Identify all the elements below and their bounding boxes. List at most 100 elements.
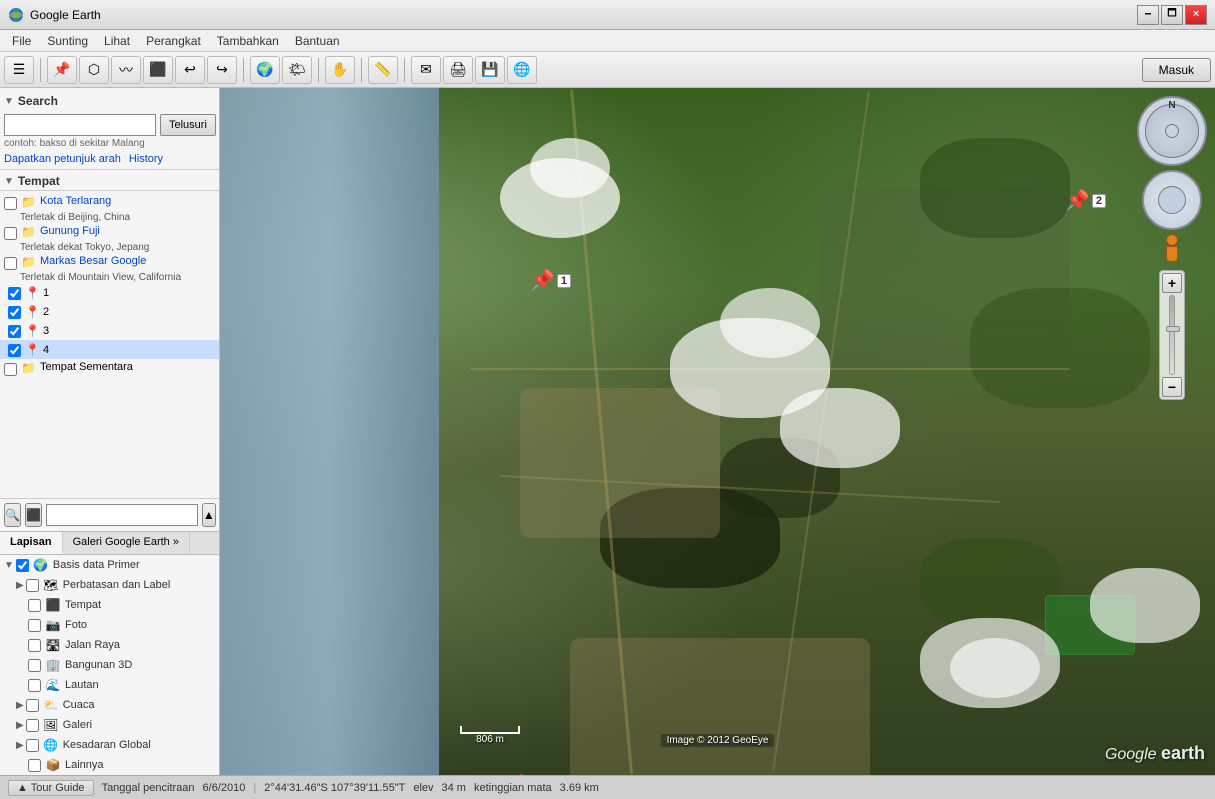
list-item[interactable]: 📍 2 bbox=[0, 302, 219, 321]
search-header[interactable]: ▼ Search bbox=[4, 92, 215, 110]
layer-item[interactable]: 📷 Foto bbox=[0, 615, 219, 635]
expand-icon[interactable]: ▶ bbox=[16, 700, 24, 711]
close-button[interactable]: ✕ bbox=[1185, 5, 1207, 25]
list-item[interactable]: 📍 4 bbox=[0, 340, 219, 359]
place-checkbox-temp[interactable] bbox=[4, 363, 17, 376]
place-name-fuji[interactable]: Gunung Fuji bbox=[40, 225, 100, 237]
place-checkbox-kota[interactable] bbox=[4, 197, 17, 210]
place-checkbox-google[interactable] bbox=[4, 257, 17, 270]
zoom-out-button[interactable]: − bbox=[1162, 377, 1182, 397]
layer-checkbox-foto[interactable] bbox=[28, 619, 41, 632]
place-name-google[interactable]: Markas Besar Google bbox=[40, 255, 146, 267]
layer-item[interactable]: 🌊 Lautan bbox=[0, 675, 219, 695]
place-checkbox-1[interactable] bbox=[8, 287, 21, 300]
compass-control[interactable] bbox=[1137, 96, 1207, 166]
street-view-person[interactable] bbox=[1160, 234, 1184, 266]
layer-item[interactable]: ▶ 🗺 Perbatasan dan Label bbox=[0, 575, 219, 595]
status-date: 6/6/2010 bbox=[203, 782, 246, 794]
layer-checkbox-lainnya[interactable] bbox=[28, 759, 41, 772]
maximize-button[interactable]: 🗖 bbox=[1161, 5, 1183, 25]
tab-lapisan[interactable]: Lapisan bbox=[0, 532, 63, 554]
tilt-pan-control[interactable] bbox=[1142, 170, 1202, 230]
move-up-button[interactable]: ▲ bbox=[202, 503, 216, 527]
layer-checkbox-lautan[interactable] bbox=[28, 679, 41, 692]
place-checkbox-2[interactable] bbox=[8, 306, 21, 319]
toolbar-save[interactable]: 💾 bbox=[475, 56, 505, 84]
layer-name-foto: Foto bbox=[65, 619, 87, 631]
menu-file[interactable]: File bbox=[4, 32, 39, 50]
search-places-button[interactable]: 🔍 bbox=[4, 503, 21, 527]
tour-guide-button[interactable]: ▲ Tour Guide bbox=[8, 780, 94, 796]
place-name-kota[interactable]: Kota Terlarang bbox=[40, 195, 111, 207]
layer-item[interactable]: 🏢 Bangunan 3D bbox=[0, 655, 219, 675]
layer-checkbox-galeri[interactable] bbox=[26, 719, 39, 732]
layer-checkbox-jalan[interactable] bbox=[28, 639, 41, 652]
toolbar-redo[interactable]: ↪ bbox=[207, 56, 237, 84]
expand-icon[interactable]: ▶ bbox=[16, 720, 24, 731]
layer-item[interactable]: 📦 Lainnya bbox=[0, 755, 219, 775]
toolbar-add-path[interactable]: 〰 bbox=[111, 56, 141, 84]
toolbar-ruler[interactable]: 📏 bbox=[368, 56, 398, 84]
compass-ring[interactable] bbox=[1145, 104, 1199, 158]
toolbar-print[interactable]: 🖨 bbox=[443, 56, 473, 84]
toolbar-hand-tool[interactable]: ✋ bbox=[325, 56, 355, 84]
menu-bantuan[interactable]: Bantuan bbox=[287, 32, 348, 50]
map-pin-4[interactable]: 📌 4 bbox=[505, 773, 546, 775]
layer-checkbox-cuaca[interactable] bbox=[26, 699, 39, 712]
login-button[interactable]: Masuk bbox=[1142, 58, 1211, 82]
directions-link[interactable]: Dapatkan petunjuk arah bbox=[4, 153, 121, 165]
layer-item[interactable]: ▶ ⛅ Cuaca bbox=[0, 695, 219, 715]
map-pin-1[interactable]: 📌 1 bbox=[530, 268, 571, 293]
map-area[interactable]: 📌 1 📌 2 📌 3 📌 4 bbox=[220, 88, 1215, 775]
menu-sunting[interactable]: Sunting bbox=[39, 32, 96, 50]
layer-item[interactable]: ⬛ Tempat bbox=[0, 595, 219, 615]
map-pin-2[interactable]: 📌 2 bbox=[1065, 188, 1106, 213]
minimize-button[interactable]: 🗕 bbox=[1137, 5, 1159, 25]
toolbar-google-earth[interactable]: 🌐 bbox=[507, 56, 537, 84]
layer-item[interactable]: ▼ 🌍 Basis data Primer bbox=[0, 555, 219, 575]
layer-checkbox-kesadaran[interactable] bbox=[26, 739, 39, 752]
toolbar-add-overlay[interactable]: ⬛ bbox=[143, 56, 173, 84]
layer-item[interactable]: ▶ 🌐 Kesadaran Global bbox=[0, 735, 219, 755]
list-item[interactable]: 📁 Gunung Fuji bbox=[0, 223, 219, 242]
toolbar-add-placemark[interactable]: 📌 bbox=[47, 56, 77, 84]
layer-item[interactable]: ▶ 🖼 Galeri bbox=[0, 715, 219, 735]
sidebar-search-field[interactable] bbox=[46, 504, 198, 526]
list-item[interactable]: 📁 Markas Besar Google bbox=[0, 253, 219, 272]
layer-checkbox-tempat[interactable] bbox=[28, 599, 41, 612]
expand-icon[interactable]: ▼ bbox=[4, 560, 14, 571]
search-input[interactable] bbox=[4, 114, 156, 136]
zoom-in-button[interactable]: + bbox=[1162, 273, 1182, 293]
menu-lihat[interactable]: Lihat bbox=[96, 32, 138, 50]
list-item[interactable]: 📍 1 bbox=[0, 283, 219, 302]
zoom-slider-thumb[interactable] bbox=[1166, 326, 1180, 332]
layer-checkbox-basis[interactable] bbox=[16, 559, 29, 572]
toolbar-earth-view[interactable]: 🌍 bbox=[250, 56, 280, 84]
toolbar-sky-view[interactable]: 🌤 bbox=[282, 56, 312, 84]
toolbar-email[interactable]: ✉ bbox=[411, 56, 441, 84]
place-checkbox-fuji[interactable] bbox=[4, 227, 17, 240]
properties-button[interactable]: ⬛ bbox=[25, 503, 42, 527]
zoom-slider-track[interactable] bbox=[1169, 295, 1175, 375]
expand-icon[interactable]: ▶ bbox=[16, 740, 24, 751]
list-item[interactable]: 📁 Kota Terlarang bbox=[0, 193, 219, 212]
history-link[interactable]: History bbox=[129, 153, 163, 165]
list-item[interactable]: 📍 3 bbox=[0, 321, 219, 340]
place-checkbox-4[interactable] bbox=[8, 344, 21, 357]
toolbar-add-polygon[interactable]: ⬡ bbox=[79, 56, 109, 84]
layer-item[interactable]: 🛣 Jalan Raya bbox=[0, 635, 219, 655]
layer-checkbox-bangunan[interactable] bbox=[28, 659, 41, 672]
pin-icon-2: 📌 bbox=[1065, 188, 1090, 213]
menu-tambahkan[interactable]: Tambahkan bbox=[209, 32, 287, 50]
expand-icon[interactable]: ▶ bbox=[16, 580, 24, 591]
menu-perangkat[interactable]: Perangkat bbox=[138, 32, 209, 50]
layer-checkbox-perbatasan[interactable] bbox=[26, 579, 39, 592]
place-checkbox-3[interactable] bbox=[8, 325, 21, 338]
toolbar-show-sidebar[interactable]: ☰ bbox=[4, 56, 34, 84]
search-button[interactable]: Telusuri bbox=[160, 114, 216, 136]
list-item[interactable]: 📁 Tempat Sementara bbox=[0, 359, 219, 378]
places-header[interactable]: ▼ Tempat bbox=[0, 170, 219, 191]
layers-tabs: Lapisan Galeri Google Earth » bbox=[0, 532, 219, 555]
tab-galeri[interactable]: Galeri Google Earth » bbox=[63, 532, 190, 554]
toolbar-undo[interactable]: ↩ bbox=[175, 56, 205, 84]
